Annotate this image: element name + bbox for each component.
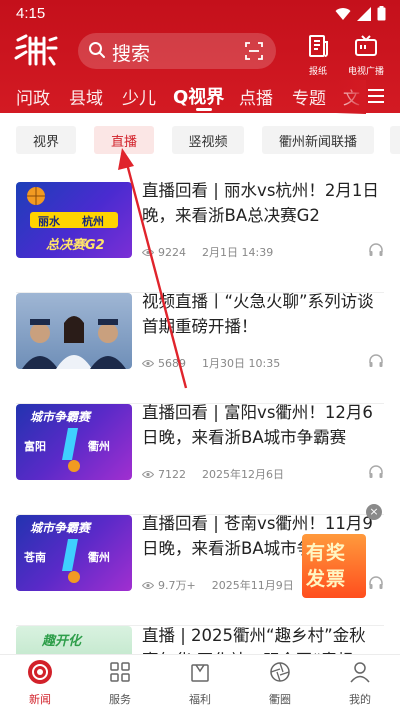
subtab-shijie[interactable]: 视界 (16, 126, 76, 154)
tab-wenzheng[interactable]: 问政 (16, 84, 50, 109)
user-icon (350, 662, 370, 683)
nav-news[interactable]: 新闻 (10, 659, 70, 707)
news-thumbnail (16, 293, 132, 369)
news-item[interactable]: 城市争霸赛 富阳 衢州 直播回看 | 富阳vs衢州！12月6日晚，来看浙BA城市… (0, 403, 400, 515)
wifi-icon (335, 7, 351, 20)
thumb-caption: 城市争霸赛 (30, 410, 91, 424)
bottom-nav: 新闻 服务 福利 衢圈 我的 (0, 654, 400, 711)
nav-circle-label: 衢圈 (269, 693, 291, 706)
tab-xianyu[interactable]: 县域 (69, 84, 103, 109)
news-meta: 7122 2025年12月6日 (142, 466, 284, 482)
subtab-shushipin[interactable]: 竖视频 (172, 126, 244, 154)
thumb-team-b: 衢州 (88, 551, 110, 564)
interview-photo (22, 316, 126, 369)
views-eye-icon (142, 470, 154, 478)
ad-close-button[interactable]: × (366, 504, 382, 520)
thumb-caption: 总决赛G2 (46, 238, 105, 253)
search-box[interactable]: 搜索 (78, 33, 276, 69)
sub-tabs: 视界 直播 竖视频 衢州新闻联播 (0, 126, 400, 158)
thumb-team-a: 丽水 (38, 215, 60, 228)
news-date: 2月1日 14:39 (202, 246, 274, 259)
news-views: 9224 (158, 245, 186, 259)
tab-q-shijie[interactable]: Q视界 (173, 83, 224, 109)
news-date: 2025年11月9日 (211, 579, 294, 592)
news-date: 1月30日 10:35 (202, 357, 281, 370)
news-item[interactable]: 视频直播丨“火急火聊”系列访谈首期重磅开播！ 5689 1月30日 10:35 (0, 292, 400, 404)
app-logo-icon[interactable] (14, 34, 58, 68)
thumb-team-b: 杭州 (82, 215, 104, 228)
nav-benefits-label: 福利 (189, 693, 211, 706)
status-bar: 4:15 (0, 0, 400, 28)
news-title: 直播回看 | 富阳vs衢州！12月6日晚，来看浙BA城市争霸赛 (142, 403, 373, 447)
headphone-icon[interactable] (368, 353, 384, 369)
news-title: 视频直播丨“火急火聊”系列访谈首期重磅开播！ (142, 292, 374, 336)
subtab-xinwen-lianbo[interactable]: 衢州新闻联播 (262, 126, 374, 154)
news-item[interactable]: 丽水 杭州 总决赛G2 直播回看 | 丽水vs杭州！2月1日晚，来看浙BA总决赛… (0, 181, 400, 293)
ad-line-2: 发票 (306, 568, 347, 590)
subtab-overflow[interactable] (390, 126, 400, 154)
headphone-icon[interactable] (368, 242, 384, 258)
battery-icon (377, 6, 386, 21)
news-meta: 5689 1月30日 10:35 (142, 355, 280, 371)
tv-broadcast-label: 电视广播 (347, 67, 384, 77)
channel-tabs: 问政 县域 少儿 Q视界 点播 专题 文 (0, 80, 400, 114)
nav-profile[interactable]: 我的 (330, 659, 390, 707)
tab-dianbo[interactable]: 点播 (239, 84, 273, 109)
thumb-caption: 城市争霸赛 (30, 521, 91, 535)
signal-icon (357, 6, 371, 21)
news-date: 2025年12月6日 (202, 468, 284, 481)
news-logo-icon (28, 660, 52, 684)
nav-services-label: 服务 (109, 693, 131, 706)
gift-box-icon (191, 664, 209, 682)
scan-icon[interactable] (244, 41, 264, 61)
thumb-team-a: 苍南 (24, 551, 46, 564)
news-views: 7122 (158, 467, 186, 481)
headphone-icon[interactable] (368, 464, 384, 480)
nav-news-label: 新闻 (29, 693, 51, 706)
invoice-prize-ad[interactable]: 有奖 发票 (302, 534, 366, 598)
thumb-team-a: 富阳 (24, 440, 46, 453)
thumb-team-b: 衢州 (88, 440, 110, 453)
tabs-fade (336, 80, 366, 114)
app-header: 4:15 搜索 报纸 电视广播 问政 县域 少儿 Q视界 点播 专题 (0, 0, 400, 114)
status-icons (335, 6, 386, 21)
nav-services[interactable]: 服务 (90, 659, 150, 707)
status-time: 4:15 (16, 5, 46, 22)
views-eye-icon (142, 248, 154, 256)
search-placeholder: 搜索 (112, 43, 151, 65)
nav-profile-label: 我的 (349, 693, 371, 706)
grid-icon (110, 662, 130, 682)
search-icon (89, 42, 105, 58)
headphone-icon[interactable] (368, 575, 384, 591)
thumb-caption: 趣开化 (42, 634, 82, 649)
active-tab-indicator (196, 108, 212, 111)
ad-line-1: 有奖 (306, 542, 347, 564)
menu-icon[interactable] (368, 89, 384, 103)
newspaper-label: 报纸 (308, 67, 327, 77)
news-thumbnail: 城市争霸赛 富阳 衢州 (16, 404, 132, 480)
nav-benefits[interactable]: 福利 (170, 659, 230, 707)
views-eye-icon (142, 359, 154, 367)
news-title: 直播回看 | 丽水vs杭州！2月1日晚，来看浙BA总决赛G2 (142, 181, 379, 225)
tab-zhuanti[interactable]: 专题 (292, 84, 326, 109)
tv-icon (355, 35, 377, 56)
news-thumbnail: 丽水 杭州 总决赛G2 (16, 182, 132, 258)
news-meta: 9.7万+ 2025年11月9日 (142, 577, 294, 593)
news-title: 直播 | 2025衢州“趣乡村”金秋嘉年华·开化站，既今国“青畅 (142, 626, 366, 654)
nav-circle[interactable]: 衢圈 (250, 659, 310, 707)
news-thumbnail: 城市争霸赛 苍南 衢州 (16, 515, 132, 591)
tab-shaoer[interactable]: 少儿 (122, 84, 156, 109)
newspaper-icon (309, 35, 328, 57)
news-thumbnail: 趣开化 (16, 626, 132, 654)
views-eye-icon (142, 581, 154, 589)
aperture-icon (270, 662, 290, 682)
news-meta: 9224 2月1日 14:39 (142, 244, 273, 260)
news-item[interactable]: 趣开化 直播 | 2025衢州“趣乡村”金秋嘉年华·开化站，既今国“青畅 (0, 626, 400, 654)
news-views: 9.7万+ (158, 579, 196, 592)
subtab-zhibo[interactable]: 直播 (94, 126, 154, 154)
tv-broadcast-button[interactable]: 电视广播 (340, 34, 392, 77)
news-views: 5689 (158, 356, 186, 370)
newspaper-button[interactable]: 报纸 (292, 34, 344, 77)
